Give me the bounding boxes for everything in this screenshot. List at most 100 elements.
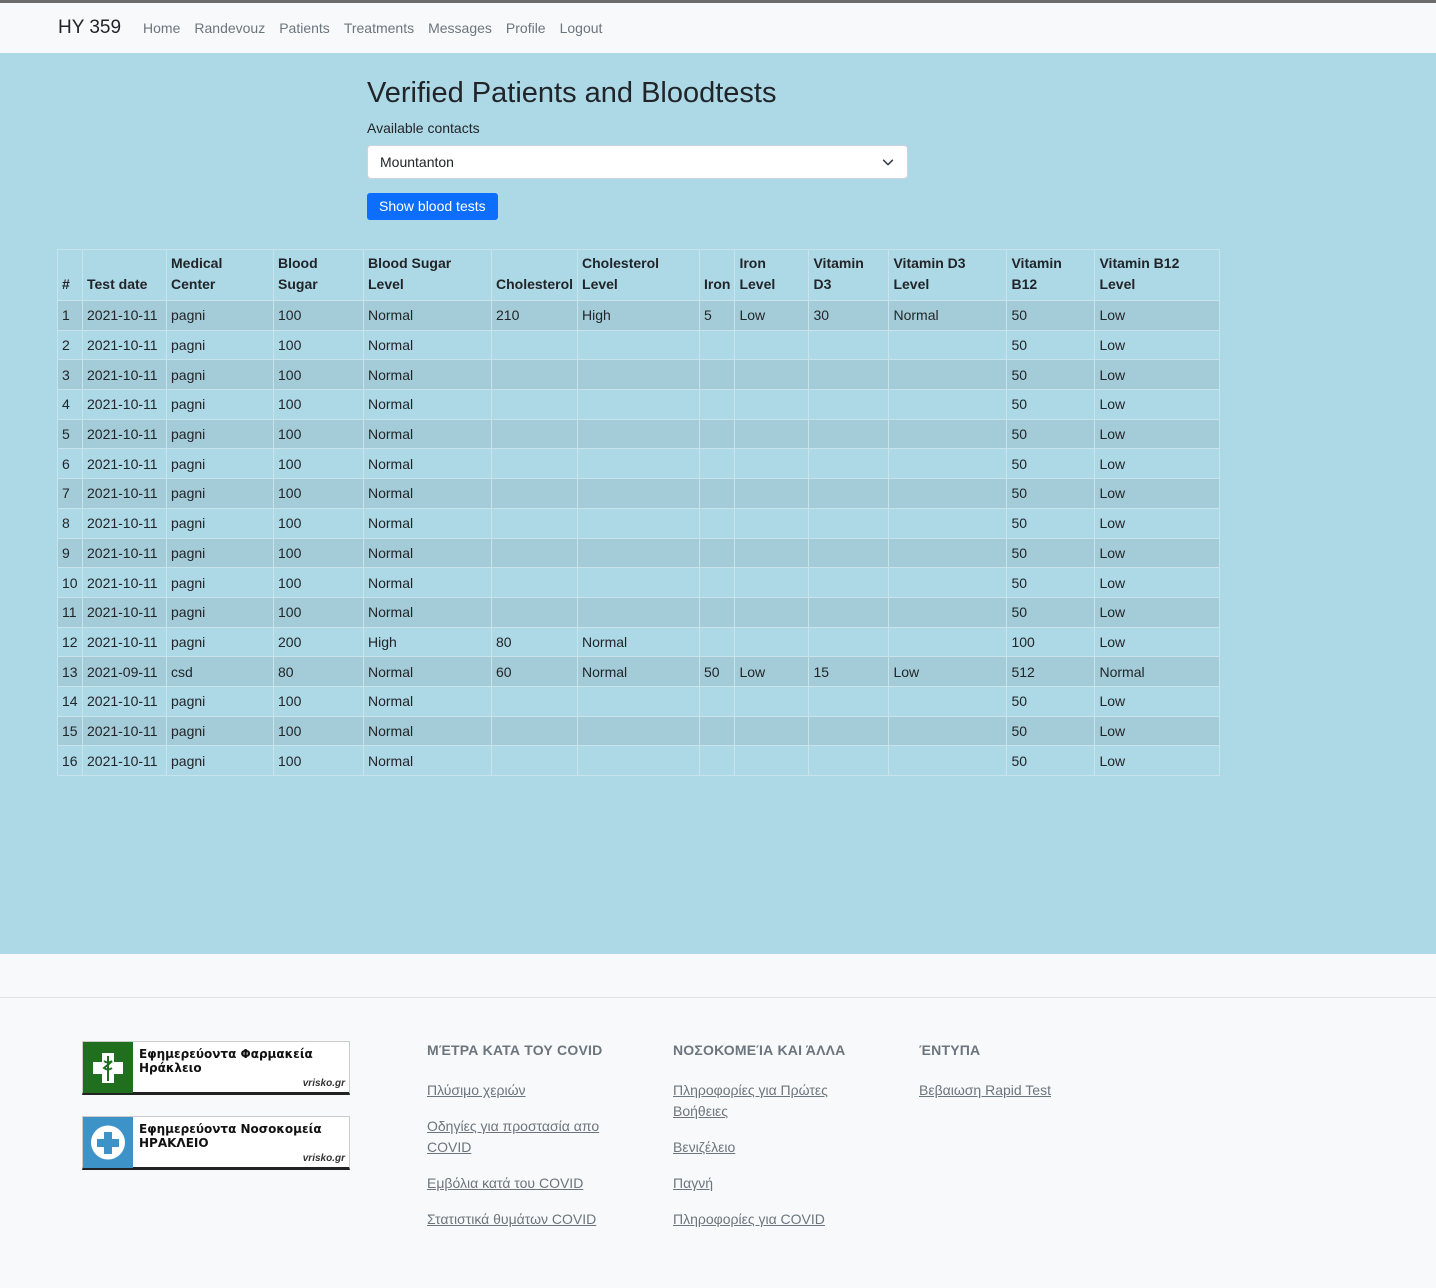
table-cell: 50 [1006,389,1096,420]
table-cell [490,685,579,717]
nav-messages[interactable]: Messages [428,20,492,36]
table-cell [490,715,579,747]
table-cell [734,567,810,598]
table-cell: 100 [273,329,364,361]
table-cell: Normal [577,656,701,687]
table-cell: 200 [273,626,364,658]
table-cell [699,359,736,391]
table-cell [808,329,890,361]
table-cell: 50 [1006,418,1096,450]
table-cell [808,715,890,747]
table-cell: 50 [1006,448,1096,480]
contact-select[interactable]: Mountanton [367,145,908,179]
table-cell [808,418,890,450]
table-cell: Normal [363,359,492,391]
nav-home[interactable]: Home [143,20,180,36]
table-cell: 6 [57,448,83,480]
table-cell: 5 [699,300,736,331]
table-cell: 2021-10-11 [82,685,167,717]
table-cell: 16 [57,745,83,776]
nav-randevouz[interactable]: Randevouz [194,20,265,36]
table-cell: Normal [888,300,1008,331]
nav-profile[interactable]: Profile [506,20,546,36]
table-cell [888,478,1008,509]
footer-link-first-aid[interactable]: Πληροφορίες για Πρώτες Βοήθειες [673,1082,828,1119]
table-cell: 100 [273,567,364,598]
table-cell [734,478,810,509]
hospitals-banner-city: ΗΡΑΚΛΕΙΟ [139,1136,209,1150]
table-cell [577,478,701,509]
pharmacies-banner-title: Εφημερεύοντα Φαρμακεία [139,1047,313,1061]
footer-link-rapid-test[interactable]: Βεβαιωση Rapid Test [919,1082,1051,1098]
table-cell: pagni [166,537,274,569]
table-cell [490,478,579,509]
table-row: 12 2021-10-11 pagni 200 High 80 Normal 100 Low [57,626,1221,658]
table-row: 2 2021-10-11 pagni 100 Normal 50 Low [57,329,1221,361]
table-cell [808,359,890,391]
table-cell: 2021-10-11 [82,567,167,598]
nav-treatments[interactable]: Treatments [344,20,414,36]
brand-link[interactable]: HY 359 [58,17,121,39]
table-cell: 10 [57,567,83,598]
footer-link-covid-protection[interactable]: Οδηγίες για προστασία απο COVID [427,1118,599,1155]
column-header: Cholesterol [490,249,579,301]
table-cell: 80 [490,626,579,658]
table-cell [699,329,736,361]
table-cell: Normal [363,715,492,747]
nav-logout[interactable]: Logout [560,20,603,36]
table-cell [808,537,890,569]
pharmacies-banner[interactable]: Εφημερεύοντα Φαρμακεία Ηράκλειο vrisko.g… [82,1041,350,1095]
footer-link-pagni[interactable]: Παγνή [673,1175,713,1191]
table-cell [490,448,579,480]
table-cell: Low [1094,626,1221,658]
table-cell: 100 [273,359,364,391]
table-cell [699,685,736,717]
column-header: Vitamin D3 [808,249,890,301]
table-row: 9 2021-10-11 pagni 100 Normal 50 Low [57,537,1221,569]
table-cell [490,567,579,598]
table-row: 13 2021-09-11 csd 80 Normal 60 Normal 50 Low 15 Lo… [57,656,1221,687]
table-cell: 15 [57,715,83,747]
table-row: 3 2021-10-11 pagni 100 Normal 50 Low [57,359,1221,391]
table-cell [577,448,701,480]
column-header: Iron [699,249,736,301]
footer-link-covid-vaccines[interactable]: Εμβόλια κατά του COVID [427,1175,583,1191]
footer-link-handwashing[interactable]: Πλύσιμο χεριών [427,1082,526,1098]
table-cell: 50 [1006,359,1096,391]
table-cell [808,507,890,539]
table-cell: Low [1094,418,1221,450]
footer-link-covid-info[interactable]: Πληροφορίες για COVID [673,1211,825,1227]
pharmacies-banner-city: Ηράκλειο [139,1061,202,1075]
nav-patients[interactable]: Patients [279,20,330,36]
table-cell: Normal [363,448,492,480]
table-cell: Low [1094,300,1221,331]
hospital-cross-icon [83,1117,133,1168]
table-cell [734,359,810,391]
table-cell: 2021-10-11 [82,329,167,361]
table-cell: 50 [1006,567,1096,598]
table-cell [734,329,810,361]
table-cell: 2021-10-11 [82,478,167,509]
table-cell: pagni [166,359,274,391]
table-cell [808,478,890,509]
table-cell: 2021-10-11 [82,300,167,331]
table-cell: 50 [1006,596,1096,628]
footer-link-venizeleio[interactable]: Βενιζέλειο [673,1139,735,1155]
table-cell [734,389,810,420]
column-header: Vitamin B12 Level [1094,249,1221,301]
table-cell [577,537,701,569]
hospitals-banner[interactable]: Εφημερεύοντα Νοσοκομεία ΗΡΑΚΛΕΙΟ vrisko.… [82,1116,350,1170]
table-cell: pagni [166,300,274,331]
show-blood-tests-button[interactable]: Show blood tests [367,193,498,220]
table-cell [577,418,701,450]
table-cell: Normal [363,537,492,569]
table-cell: Normal [363,685,492,717]
footer-link-covid-statistics[interactable]: Στατιστικά θυμάτων COVID [427,1211,596,1227]
table-cell [699,537,736,569]
table-cell: Low [1094,745,1221,776]
table-cell: pagni [166,389,274,420]
blood-tests-table: # Test date Medical Center Blood Sugar Blood… [57,249,1221,776]
table-row: 7 2021-10-11 pagni 100 Normal 50 Low [57,478,1221,509]
table-cell: Low [1094,596,1221,628]
table-cell: 80 [273,656,364,687]
